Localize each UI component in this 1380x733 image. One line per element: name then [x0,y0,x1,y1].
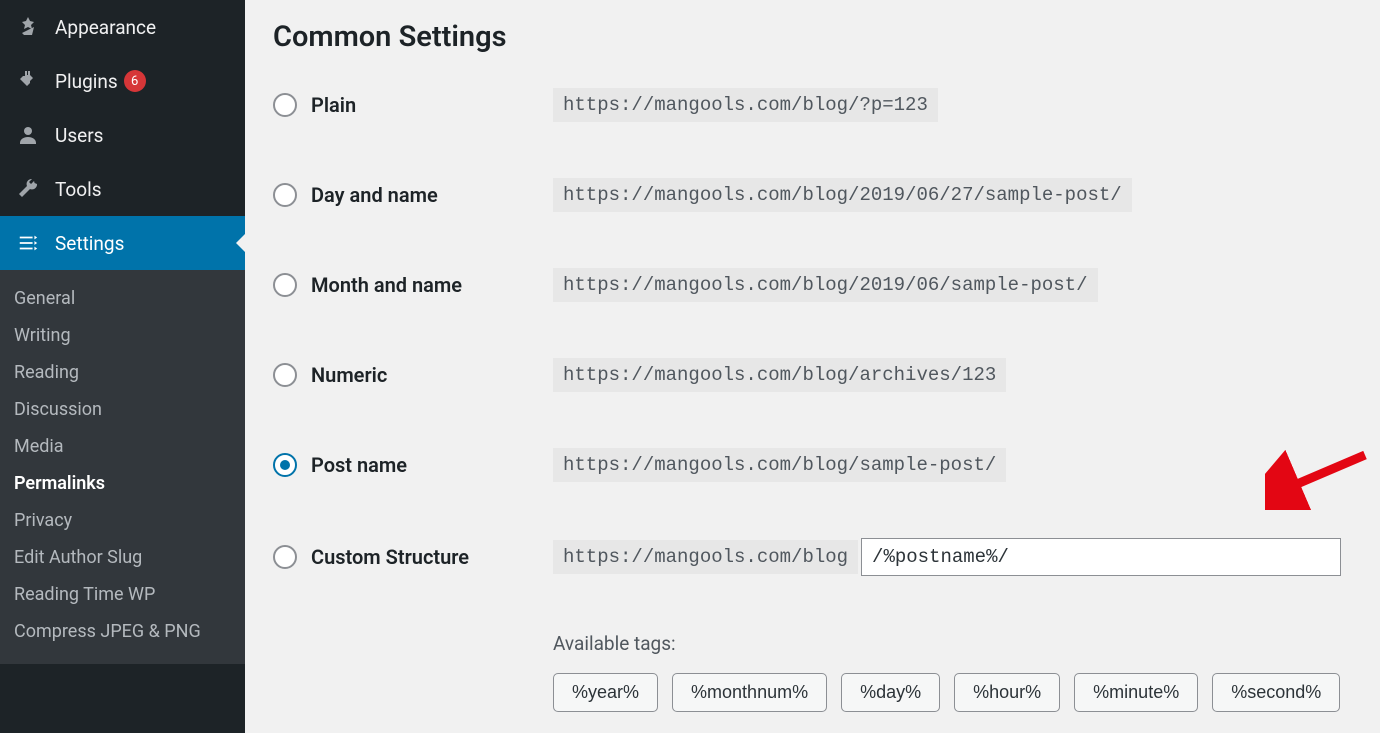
sidebar-item-plugins[interactable]: Plugins 6 [0,54,245,108]
page-title: Common Settings [273,20,1352,54]
radio-numeric[interactable] [273,363,297,387]
submenu-item-privacy[interactable]: Privacy [0,502,245,539]
option-label: Post name [311,453,407,477]
sidebar-item-label: Tools [55,178,102,201]
option-label: Custom Structure [311,545,469,569]
submenu-item-reading[interactable]: Reading [0,354,245,391]
submenu-item-writing[interactable]: Writing [0,317,245,354]
radio-post-name[interactable] [273,453,297,477]
available-tags-row: %year% %monthnum% %day% %hour% %minute% … [553,673,1352,712]
settings-icon [14,229,42,257]
permalink-option-numeric: Numeric https://mangools.com/blog/archiv… [273,358,1352,392]
available-tags-label: Available tags: [553,632,1352,655]
permalink-example: https://mangools.com/blog/?p=123 [553,88,938,122]
permalink-example: https://mangools.com/blog/archives/123 [553,358,1006,392]
tag-hour-button[interactable]: %hour% [954,673,1060,712]
submenu-item-media[interactable]: Media [0,428,245,465]
permalink-option-custom-structure: Custom Structure https://mangools.com/bl… [273,538,1352,576]
tag-monthnum-button[interactable]: %monthnum% [672,673,827,712]
permalink-base-url: https://mangools.com/blog [553,540,858,574]
option-label: Month and name [311,273,462,297]
users-icon [14,121,42,149]
sidebar-item-label: Settings [55,232,124,255]
sidebar-item-tools[interactable]: Tools [0,162,245,216]
permalink-option-plain: Plain https://mangools.com/blog/?p=123 [273,88,1352,122]
submenu-item-discussion[interactable]: Discussion [0,391,245,428]
submenu-item-reading-time-wp[interactable]: Reading Time WP [0,576,245,613]
main-content: Common Settings Plain https://mangools.c… [245,0,1380,733]
radio-plain[interactable] [273,93,297,117]
submenu-item-permalinks[interactable]: Permalinks [0,465,245,502]
submenu-item-edit-author-slug[interactable]: Edit Author Slug [0,539,245,576]
sidebar-item-label: Appearance [55,16,156,39]
tag-minute-button[interactable]: %minute% [1074,673,1198,712]
admin-sidebar: Appearance Plugins 6 Users Tools Setting… [0,0,245,733]
custom-structure-input[interactable] [861,538,1341,576]
tag-day-button[interactable]: %day% [841,673,940,712]
tag-year-button[interactable]: %year% [553,673,658,712]
radio-day-and-name[interactable] [273,183,297,207]
option-label: Plain [311,93,356,117]
plugins-icon [14,67,42,95]
submenu-item-compress-jpeg-png[interactable]: Compress JPEG & PNG [0,613,245,650]
sidebar-item-label: Plugins [55,70,118,93]
permalink-example: https://mangools.com/blog/2019/06/sample… [553,268,1098,302]
plugins-update-badge: 6 [124,70,146,92]
permalink-option-day-and-name: Day and name https://mangools.com/blog/2… [273,178,1352,212]
option-label: Day and name [311,183,438,207]
submenu-item-general[interactable]: General [0,280,245,317]
sidebar-item-users[interactable]: Users [0,108,245,162]
sidebar-item-appearance[interactable]: Appearance [0,0,245,54]
radio-custom-structure[interactable] [273,545,297,569]
tag-second-button[interactable]: %second% [1212,673,1340,712]
appearance-icon [14,13,42,41]
tools-icon [14,175,42,203]
sidebar-item-label: Users [55,124,103,147]
radio-month-and-name[interactable] [273,273,297,297]
permalink-example: https://mangools.com/blog/2019/06/27/sam… [553,178,1132,212]
settings-submenu: General Writing Reading Discussion Media… [0,270,245,664]
permalink-example: https://mangools.com/blog/sample-post/ [553,448,1006,482]
permalink-option-post-name: Post name https://mangools.com/blog/samp… [273,448,1352,482]
permalink-option-month-and-name: Month and name https://mangools.com/blog… [273,268,1352,302]
sidebar-item-settings[interactable]: Settings [0,216,245,270]
option-label: Numeric [311,363,387,387]
